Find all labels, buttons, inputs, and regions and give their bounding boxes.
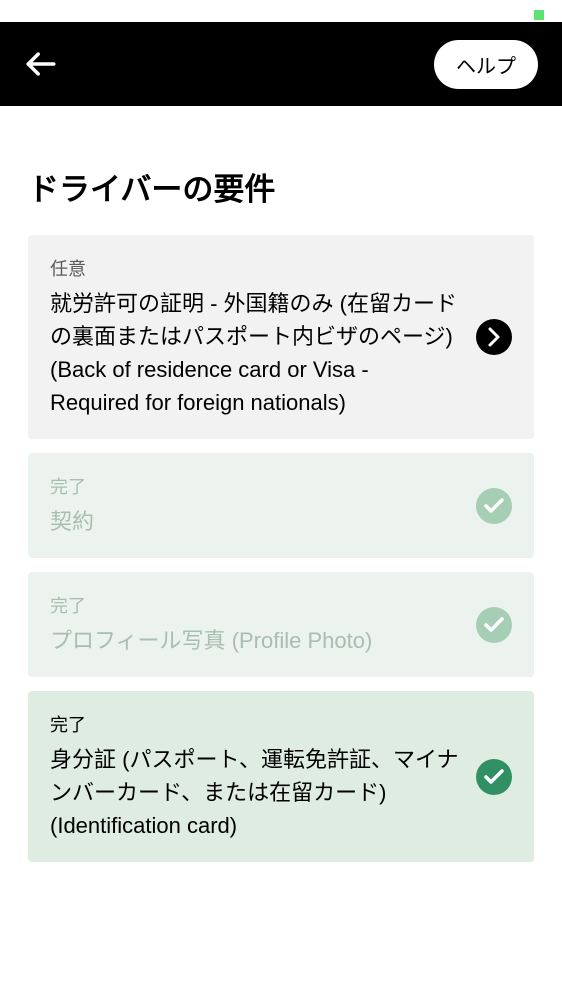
card-status-label: 任意 <box>50 255 460 281</box>
card-title-label: 身分証 (パスポート、運転免許証、マイナンバーカード、または在留カード) (Id… <box>50 743 460 842</box>
check-circle-icon <box>476 607 512 643</box>
chevron-right-circle-icon <box>476 319 512 355</box>
requirement-card-work-permit[interactable]: 任意 就労許可の証明 - 外国籍のみ (在留カードの裏面またはパスポート内ビザの… <box>28 235 534 439</box>
main-content: ドライバーの要件 任意 就労許可の証明 - 外国籍のみ (在留カードの裏面または… <box>0 164 562 862</box>
card-status-label: 完了 <box>50 473 460 499</box>
requirement-card-identification[interactable]: 完了 身分証 (パスポート、運転免許証、マイナンバーカード、または在留カード) … <box>28 691 534 862</box>
check-circle-icon <box>476 759 512 795</box>
app-header: ヘルプ <box>0 22 562 106</box>
card-status-label: 完了 <box>50 711 460 737</box>
card-text: 任意 就労許可の証明 - 外国籍のみ (在留カードの裏面またはパスポート内ビザの… <box>50 255 460 419</box>
location-indicator-icon <box>534 10 544 20</box>
card-title-label: 契約 <box>50 505 460 538</box>
back-button[interactable] <box>24 47 58 81</box>
requirement-card-profile-photo[interactable]: 完了 プロフィール写真 (Profile Photo) <box>28 572 534 677</box>
arrow-left-icon <box>24 47 58 81</box>
card-status-label: 完了 <box>50 592 460 618</box>
card-text: 完了 プロフィール写真 (Profile Photo) <box>50 592 460 657</box>
status-bar <box>0 0 562 22</box>
card-text: 完了 契約 <box>50 473 460 538</box>
check-circle-icon <box>476 488 512 524</box>
help-button[interactable]: ヘルプ <box>434 40 538 89</box>
requirement-card-contract[interactable]: 完了 契約 <box>28 453 534 558</box>
page-title: ドライバーの要件 <box>28 164 534 209</box>
card-title-label: 就労許可の証明 - 外国籍のみ (在留カードの裏面またはパスポート内ビザのページ… <box>50 287 460 419</box>
card-text: 完了 身分証 (パスポート、運転免許証、マイナンバーカード、または在留カード) … <box>50 711 460 842</box>
card-title-label: プロフィール写真 (Profile Photo) <box>50 624 460 657</box>
